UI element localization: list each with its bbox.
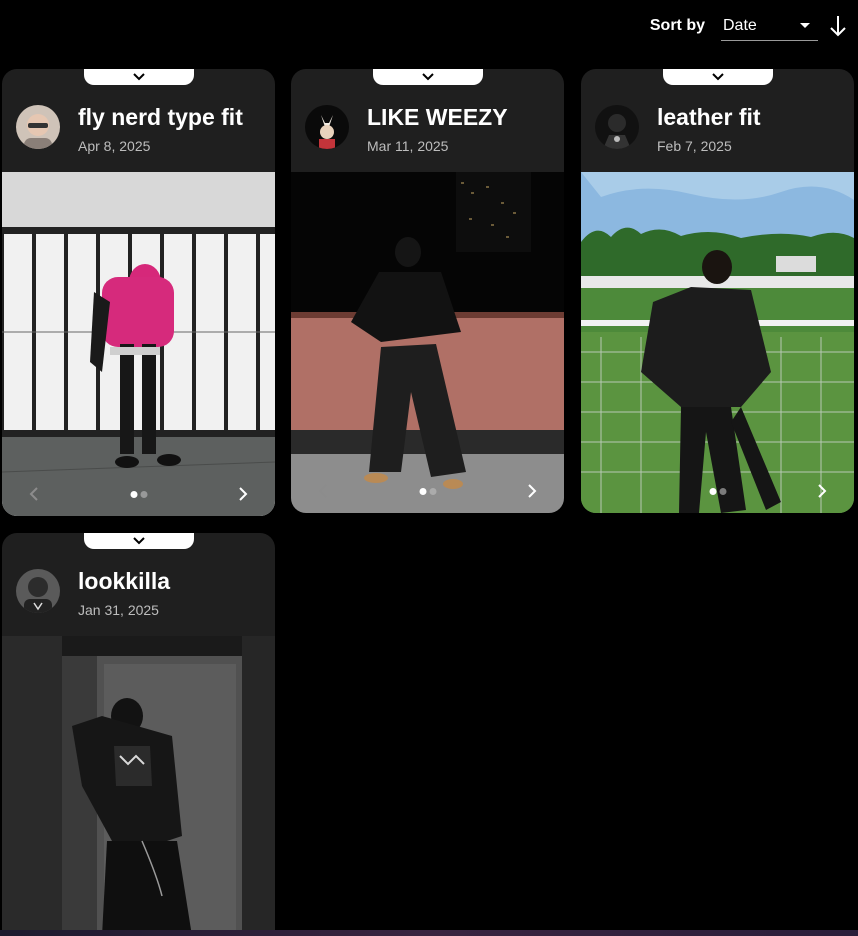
post-card[interactable]: fly nerd type fit Apr 8, 2025 xyxy=(2,69,275,516)
chevron-right-icon xyxy=(239,487,248,501)
chevron-right-icon xyxy=(818,484,827,498)
carousel-dot[interactable] xyxy=(429,488,436,495)
chevron-left-icon xyxy=(318,484,327,498)
sort-label: Sort by xyxy=(649,17,705,34)
post-date: Apr 8, 2025 xyxy=(78,138,151,154)
carousel-dot[interactable] xyxy=(419,488,426,495)
post-photo[interactable] xyxy=(2,636,275,936)
post-photo[interactable] xyxy=(2,172,275,516)
post-header: fly nerd type fit Apr 8, 2025 xyxy=(2,69,275,172)
post-date: Jan 31, 2025 xyxy=(78,602,159,618)
avatar[interactable] xyxy=(16,105,60,149)
next-image-button[interactable] xyxy=(233,486,253,502)
carousel-dots xyxy=(130,491,147,498)
post-card[interactable]: leather fit Feb 7, 2025 xyxy=(581,69,854,513)
next-image-button[interactable] xyxy=(812,483,832,499)
carousel-dot[interactable] xyxy=(140,491,147,498)
post-title: fly nerd type fit xyxy=(78,104,243,130)
post-title: lookkilla xyxy=(78,568,171,594)
prev-image-button[interactable] xyxy=(313,483,333,499)
post-title: leather fit xyxy=(657,104,761,130)
carousel-dots xyxy=(709,488,726,495)
post-card[interactable]: LIKE WEEZY Mar 11, 2025 xyxy=(291,69,564,513)
post-header: leather fit Feb 7, 2025 xyxy=(581,69,854,172)
post-date: Mar 11, 2025 xyxy=(367,138,449,154)
post-header: LIKE WEEZY Mar 11, 2025 xyxy=(291,69,564,172)
avatar[interactable] xyxy=(305,105,349,149)
prev-image-button[interactable] xyxy=(24,486,44,502)
carousel-dots xyxy=(419,488,436,495)
sort-value: Date xyxy=(723,16,757,34)
caret-down-icon xyxy=(800,23,810,28)
post-card[interactable]: lookkilla Jan 31, 2025 xyxy=(2,533,275,936)
chevron-left-icon xyxy=(29,487,38,501)
arrow-down-icon xyxy=(830,16,846,37)
post-header: lookkilla Jan 31, 2025 xyxy=(2,533,275,636)
carousel-dot[interactable] xyxy=(709,488,716,495)
carousel-dot[interactable] xyxy=(719,488,726,495)
post-title: LIKE WEEZY xyxy=(367,104,508,130)
avatar[interactable] xyxy=(595,105,639,149)
chevron-right-icon xyxy=(528,484,537,498)
post-photo[interactable] xyxy=(291,172,564,513)
sort-bar: Sort by Date xyxy=(650,10,848,42)
next-image-button[interactable] xyxy=(522,483,542,499)
avatar[interactable] xyxy=(16,569,60,613)
sort-direction-button[interactable] xyxy=(828,14,848,38)
post-photo[interactable] xyxy=(581,172,854,513)
carousel-dot[interactable] xyxy=(130,491,137,498)
post-date: Feb 7, 2025 xyxy=(657,138,732,154)
bottom-strip xyxy=(0,930,858,936)
sort-select[interactable]: Date xyxy=(721,11,818,41)
